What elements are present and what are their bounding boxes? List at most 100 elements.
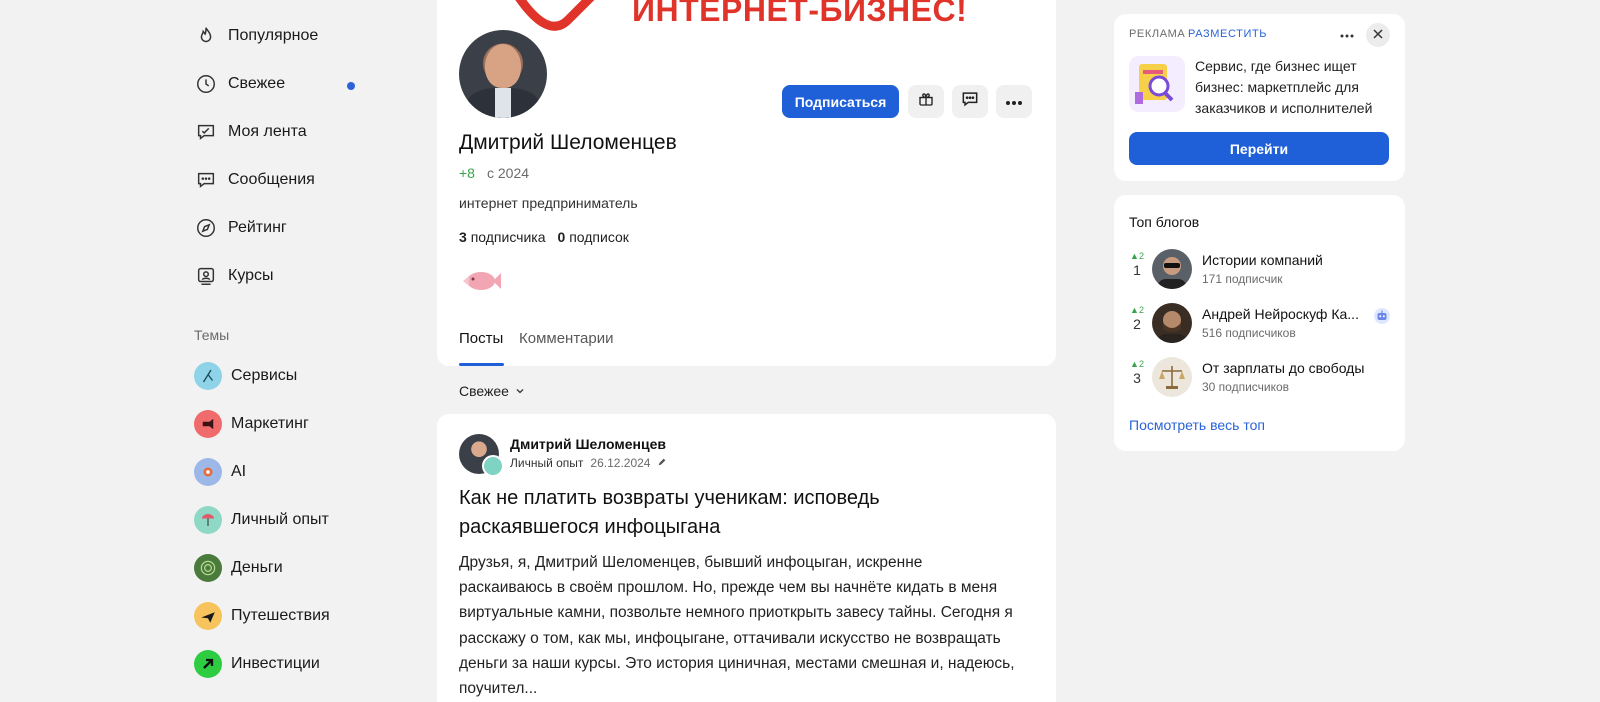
rank-change: ▲2 [1130,251,1144,261]
nav-item-courses[interactable]: Курсы [194,256,369,296]
blog-avatar [1152,249,1192,289]
flame-icon [194,24,218,48]
nav-item-messages[interactable]: Сообщения [194,160,369,200]
ad-go-button[interactable]: Перейти [1129,132,1389,165]
top-blogs-title: Топ блогов [1129,214,1200,230]
message-button[interactable] [952,85,988,118]
blog-avatar [1152,357,1192,397]
tab-comments[interactable]: Комментарии [519,330,613,347]
member-since: с 2024 [487,165,530,181]
airplane-topic-icon [194,602,222,630]
rank-change: ▲2 [1130,305,1144,315]
rank: ▲2 3 [1129,359,1145,387]
topic-investments[interactable]: Инвестиции [194,644,320,684]
blog-subscribers: 516 подписчиков [1202,326,1296,340]
topic-travel[interactable]: Путешествия [194,596,330,636]
new-indicator-dot [347,82,355,90]
topic-label: Путешествия [231,607,330,624]
donate-button[interactable] [908,85,944,118]
nav-label: Популярное [228,27,319,44]
marketing-topic-icon [194,410,222,438]
rank: ▲2 1 [1129,251,1145,279]
topic-label: Сервисы [231,367,298,384]
ad-more-button[interactable] [1336,24,1358,44]
follow-stats: 3 подписчика 0 подписок [459,229,629,245]
compass-icon [194,216,218,240]
blog-subscribers: 30 подписчиков [1202,380,1290,394]
followers-label: подписчика [470,229,546,245]
blog-subscribers: 171 подписчик [1202,272,1283,286]
nav-item-my-feed[interactable]: Моя лента [194,112,369,152]
karma-value[interactable]: +8 [459,165,475,181]
sort-dropdown[interactable]: Свежее [459,383,525,399]
nav-label: Курсы [228,267,274,284]
topic-label: Инвестиции [231,655,320,672]
message-icon [194,168,218,192]
ad-image[interactable] [1129,56,1185,112]
post-title[interactable]: Как не платить возвраты ученикам: испове… [459,484,1019,542]
rank-number: 3 [1133,370,1141,386]
top-blog-item[interactable]: ▲2 3 От зарплаты до свободы 30 подписчик… [1129,355,1391,399]
more-horizontal-icon [1340,25,1354,43]
ai-topic-icon [194,458,222,486]
blog-name: От зарплаты до свободы [1202,360,1365,376]
clock-icon [194,72,218,96]
sort-label: Свежее [459,383,509,399]
chevron-down-icon [515,383,525,399]
arrow-up-right-topic-icon [194,650,222,678]
nav-label: Сообщения [228,171,315,188]
following-count: 0 [557,229,566,245]
topic-personal-experience[interactable]: Личный опыт [194,500,329,540]
heart-banner-icon [515,0,595,31]
nav-label: Свежее [228,75,286,92]
ad-place-link[interactable]: РАЗМЕСТИТЬ [1188,28,1267,40]
topic-marketing[interactable]: Маркетинг [194,404,309,444]
top-blog-item[interactable]: ▲2 2 Андрей Нейроскуф Ка... 516 подписчи… [1129,301,1391,345]
following-label: подписок [569,229,629,245]
topic-money[interactable]: Деньги [194,548,283,588]
topic-label: Маркетинг [231,415,309,432]
banner-text: ИНТЕРНЕТ-БИЗНЕС! [632,0,968,28]
active-tab-indicator [459,363,504,366]
topic-label: Личный опыт [231,511,329,528]
robot-badge-icon [1374,308,1390,324]
post-topic[interactable]: Личный опыт [510,456,583,470]
more-horizontal-icon [1005,93,1023,111]
blog-avatar [1152,303,1192,343]
top-blog-item[interactable]: ▲2 1 Истории компаний 171 подписчик [1129,247,1391,291]
chat-icon [960,89,980,114]
profile-bio: интернет предприниматель [459,195,638,211]
magnifier-illustration-icon [1135,64,1174,104]
followers-link[interactable]: 3 подписчика [459,229,546,245]
gift-icon [917,90,935,113]
more-options-button[interactable] [996,85,1032,118]
following-link[interactable]: 0 подписок [558,229,629,245]
see-all-top-link[interactable]: Посмотреть весь топ [1129,417,1265,433]
post-body[interactable]: Друзья, я, Дмитрий Шеломенцев, бывший ин… [459,550,1019,701]
topic-ai[interactable]: AI [194,452,246,492]
ad-text[interactable]: Сервис, где бизнес ищет бизнес: маркетпл… [1195,56,1395,119]
post-author-name[interactable]: Дмитрий Шеломенцев [510,436,666,452]
services-topic-icon [194,362,222,390]
feed-icon [194,120,218,144]
ad-close-button[interactable] [1366,23,1390,47]
fish-badge-icon[interactable] [459,266,501,296]
rank-change: ▲2 [1130,359,1144,369]
tab-posts[interactable]: Посты [459,330,503,347]
nav-item-fresh[interactable]: Свежее [194,64,369,104]
close-icon [1373,26,1383,44]
followers-count: 3 [459,229,467,245]
blog-name: Истории компаний [1202,252,1323,268]
rank: ▲2 2 [1129,305,1145,333]
rank-number: 2 [1133,316,1141,332]
subscribe-button[interactable]: Подписаться [782,85,899,118]
nav-item-popular[interactable]: Популярное [194,16,369,56]
topic-services[interactable]: Сервисы [194,356,297,396]
nav-item-rating[interactable]: Рейтинг [194,208,369,248]
topic-badge-icon [482,455,504,477]
profile-avatar[interactable] [459,30,547,118]
courses-icon [194,264,218,288]
nav-label: Рейтинг [228,219,287,236]
topic-label: Деньги [231,559,283,576]
themes-title: Темы [194,327,230,343]
